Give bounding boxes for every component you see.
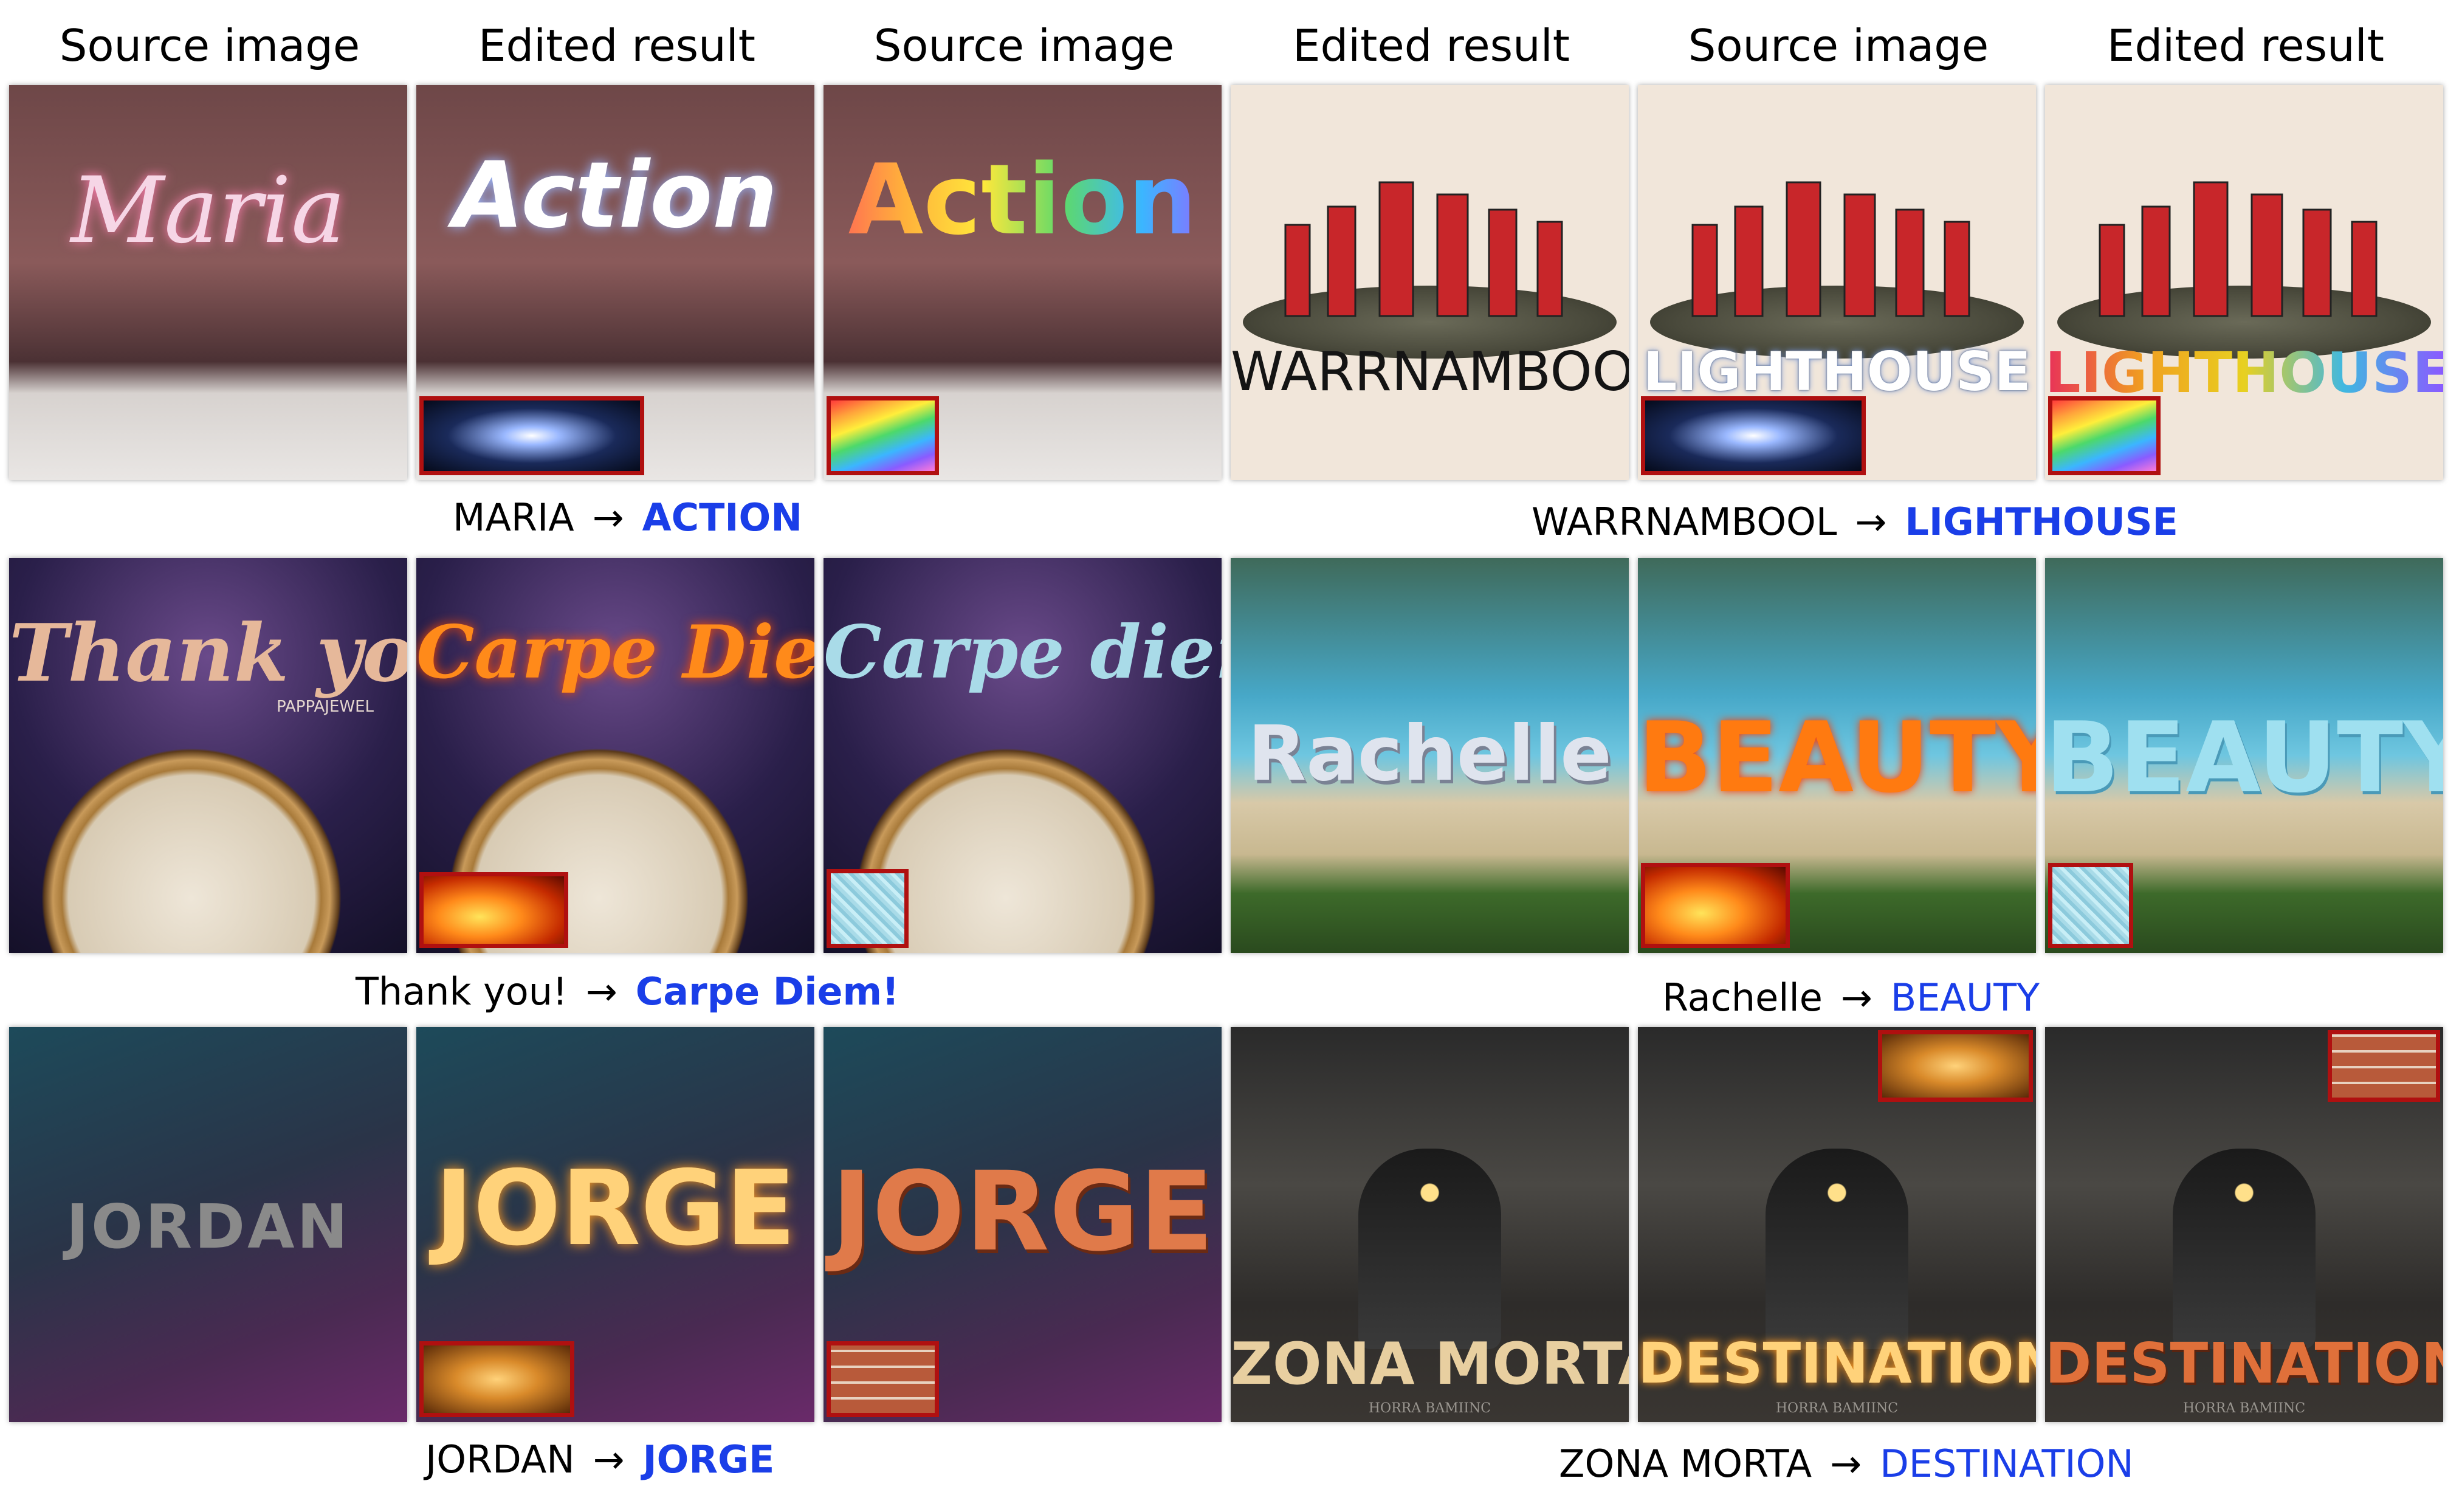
arrow-icon: → bbox=[592, 495, 624, 540]
panel-word: Carpe diem! bbox=[824, 610, 1222, 695]
caption-target: BEAUTY bbox=[1890, 975, 2040, 1020]
arrow-icon: → bbox=[1855, 500, 1887, 544]
image-panel: Action bbox=[824, 85, 1222, 480]
image-panel: JORGE bbox=[416, 1027, 814, 1422]
panel-word: LIGHTHOUSE bbox=[2045, 340, 2443, 405]
caption-source: WARRNAMBOOL bbox=[1532, 500, 1837, 544]
panel-word: JORGE bbox=[831, 1149, 1214, 1276]
caption-target: LIGHTHOUSE bbox=[1905, 500, 2178, 544]
edit-caption: Rachelle → BEAUTY bbox=[1662, 975, 2040, 1020]
panel-word: BEAUTY bbox=[1638, 701, 2036, 814]
column-header: Edited result bbox=[1292, 20, 1570, 71]
caption-source: ZONA MORTA bbox=[1559, 1442, 1812, 1486]
caption-target: DESTINATION bbox=[1880, 1442, 2134, 1486]
style-reference-swatch bbox=[419, 1341, 574, 1417]
locomotive bbox=[1766, 1149, 1908, 1349]
panel-word: JORDAN bbox=[66, 1191, 351, 1262]
image-panel: DESTINATION HORRA BAMIINC bbox=[2045, 1027, 2443, 1422]
caption-source: Thank you! bbox=[356, 969, 568, 1014]
image-panel: DESTINATION HORRA BAMIINC bbox=[1638, 1027, 2036, 1422]
column-header: Source image bbox=[59, 20, 360, 71]
panel-word: WARRNAMBOOL bbox=[1231, 340, 1629, 403]
style-reference-swatch bbox=[827, 869, 909, 948]
arrow-icon: → bbox=[1830, 1442, 1862, 1486]
arrow-icon: → bbox=[585, 969, 617, 1014]
arrow-icon: → bbox=[593, 1437, 625, 1482]
image-panel: Thank you! PAPPAJEWEL bbox=[9, 558, 407, 953]
panel-subtext: HORRA BAMIINC bbox=[2182, 1401, 2306, 1416]
pocket-watch bbox=[33, 740, 349, 953]
panel-word: DESTINATION bbox=[2045, 1331, 2443, 1396]
panel-word: Action bbox=[824, 143, 1222, 256]
image-panel: WARRNAMBOOL bbox=[1231, 85, 1629, 480]
panel-subtext: HORRA BAMIINC bbox=[1368, 1401, 1491, 1416]
caption-source: JORDAN bbox=[425, 1437, 575, 1482]
style-reference-swatch bbox=[1641, 863, 1790, 948]
column-header: Source image bbox=[1688, 20, 1989, 71]
edit-caption: ZONA MORTA → DESTINATION bbox=[1559, 1442, 2134, 1486]
image-panel: BEAUTY bbox=[1638, 558, 2036, 953]
panel-word: Carpe Diem! bbox=[416, 610, 814, 695]
image-panel: LIGHTHOUSE bbox=[1638, 85, 2036, 480]
style-reference-swatch bbox=[1641, 396, 1866, 475]
caption-target: ACTION bbox=[642, 495, 803, 540]
edit-caption: MARIA → ACTION bbox=[453, 495, 802, 540]
edit-caption: WARRNAMBOOL → LIGHTHOUSE bbox=[1532, 500, 2178, 544]
image-panel: Carpe Diem! bbox=[416, 558, 814, 953]
style-reference-swatch bbox=[827, 396, 939, 475]
panel-word: Maria bbox=[70, 158, 346, 264]
panel-word: JORGE bbox=[435, 1149, 796, 1269]
lighthouse-illustration bbox=[1284, 181, 1563, 317]
image-panel: Action bbox=[416, 85, 814, 480]
image-panel: JORGE bbox=[824, 1027, 1222, 1422]
caption-target: Carpe Diem! bbox=[635, 969, 899, 1014]
panel-word: DESTINATION bbox=[1638, 1331, 2036, 1396]
panel-word: Rachelle bbox=[1248, 710, 1612, 798]
lighthouse-illustration bbox=[1691, 181, 1970, 317]
image-panel: BEAUTY bbox=[2045, 558, 2443, 953]
image-panel: Maria bbox=[9, 85, 407, 480]
panel-word: Thank you! bbox=[9, 607, 407, 699]
panel-word: BEAUTY bbox=[2045, 701, 2443, 814]
panel-word: ZONA MORTA bbox=[1231, 1331, 1629, 1398]
lighthouse-illustration bbox=[2099, 181, 2378, 317]
caption-source: Rachelle bbox=[1662, 975, 1823, 1020]
style-reference-swatch bbox=[2048, 863, 2133, 948]
panel-word: Action bbox=[453, 143, 778, 249]
panel-subtext: HORRA BAMIINC bbox=[1775, 1401, 1899, 1416]
image-panel: Rachelle bbox=[1231, 558, 1629, 953]
style-reference-swatch bbox=[2048, 396, 2161, 475]
column-header: Source image bbox=[873, 20, 1175, 71]
style-reference-swatch bbox=[419, 396, 644, 475]
caption-target: JORGE bbox=[642, 1437, 775, 1482]
style-reference-swatch bbox=[1878, 1030, 2033, 1102]
edit-caption: JORDAN → JORGE bbox=[425, 1437, 774, 1482]
locomotive bbox=[1358, 1149, 1501, 1349]
style-reference-swatch bbox=[2328, 1030, 2440, 1102]
style-reference-swatch bbox=[419, 872, 568, 948]
image-panel: Carpe diem! bbox=[824, 558, 1222, 953]
image-panel: ZONA MORTA HORRA BAMIINC bbox=[1231, 1027, 1629, 1422]
image-panel: JORDAN bbox=[9, 1027, 407, 1422]
column-header: Edited result bbox=[2106, 20, 2384, 71]
edit-caption: Thank you! → Carpe Diem! bbox=[356, 969, 899, 1014]
panel-subtext: PAPPAJEWEL bbox=[277, 698, 374, 716]
caption-source: MARIA bbox=[453, 495, 574, 540]
panel-word: LIGHTHOUSE bbox=[1643, 340, 2031, 403]
column-header: Edited result bbox=[478, 20, 755, 71]
arrow-icon: → bbox=[1840, 975, 1872, 1020]
image-panel: LIGHTHOUSE bbox=[2045, 85, 2443, 480]
style-reference-swatch bbox=[827, 1341, 939, 1417]
locomotive bbox=[2173, 1149, 2316, 1349]
